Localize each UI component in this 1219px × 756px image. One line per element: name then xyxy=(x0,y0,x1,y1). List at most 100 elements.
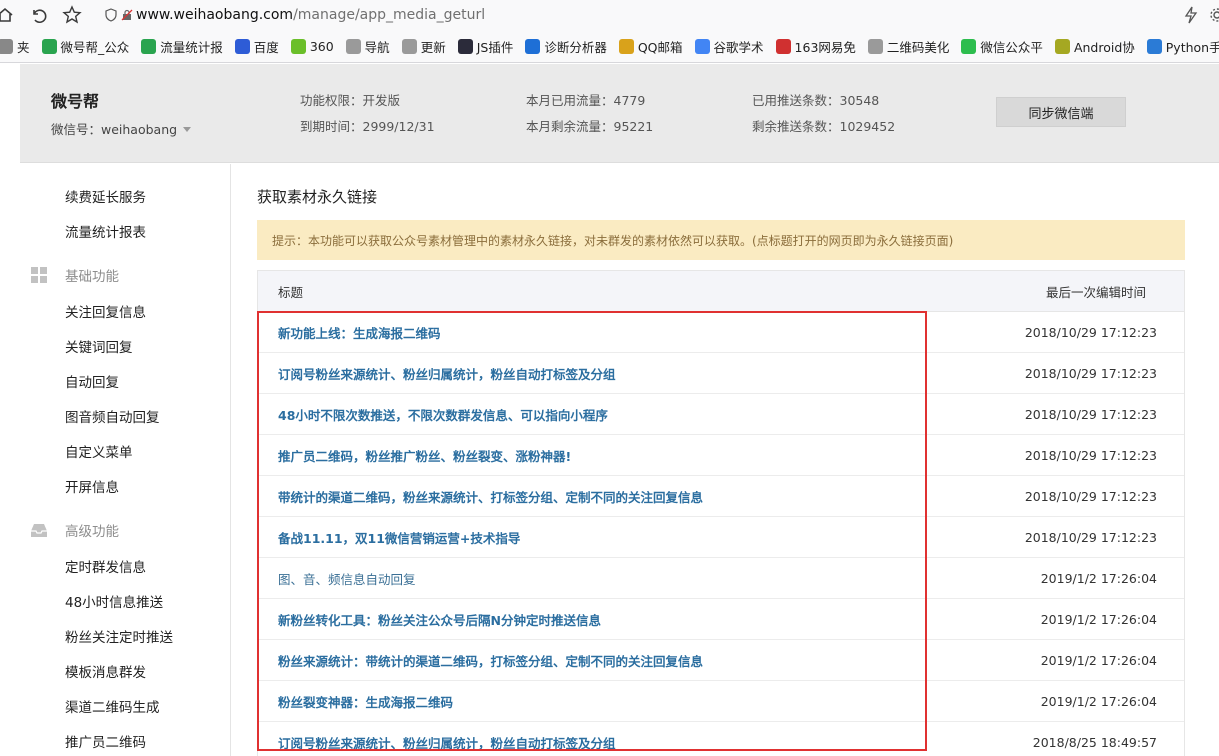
url-host: www.weihaobang.com xyxy=(136,7,294,23)
media-title-link[interactable]: 订阅号粉丝来源统计、粉丝归属统计，粉丝自动打标签及分组 xyxy=(278,733,616,752)
weihaobang-icon xyxy=(141,39,157,54)
bookmark-star-icon[interactable] xyxy=(61,4,83,26)
push-used-count: 已用推送条数：30548 xyxy=(752,93,880,108)
bookmark-item[interactable]: 360 xyxy=(287,36,338,58)
table-row: 图、音、频信息自动回复 2019/1/2 17:26:04 xyxy=(258,558,1184,599)
wechat-id: 微信号：weihaobang xyxy=(51,122,178,137)
table-row: 订阅号粉丝来源统计、粉丝归属统计，粉丝自动打标签及分组 2018/8/25 18:… xyxy=(258,722,1184,756)
bookmark-item[interactable]: 百度 xyxy=(231,36,283,58)
insecure-lock-icon[interactable] xyxy=(120,8,134,22)
sidebar-item-renew[interactable]: 续费延长服务 xyxy=(65,186,146,206)
shield-icon[interactable] xyxy=(104,8,118,22)
lightning-icon[interactable] xyxy=(1180,4,1202,26)
bookmark-item[interactable]: 诊断分析器 xyxy=(521,36,611,58)
bookmark-label: JS插件 xyxy=(476,40,514,55)
bookmark-item[interactable]: 夹 xyxy=(0,36,34,58)
browser-toolbar: www.weihaobang.com/manage/app_media_getu… xyxy=(0,0,1219,31)
edit-time: 2018/10/29 17:12:23 xyxy=(1024,406,1157,422)
sidebar-item-custom-menu[interactable]: 自定义菜单 xyxy=(65,441,133,461)
permission-text: 功能权限：开发版 xyxy=(300,93,401,108)
bookmark-label: 微信公众平 xyxy=(980,40,1043,55)
address-bar[interactable]: www.weihaobang.com/manage/app_media_getu… xyxy=(104,3,1174,27)
month-left-traffic: 本月剩余流量：95221 xyxy=(526,119,654,134)
sidebar-item-template-mass[interactable]: 模板消息群发 xyxy=(65,661,146,681)
bookmark-label: 百度 xyxy=(253,40,279,55)
chevron-down-icon[interactable] xyxy=(183,127,192,132)
diagnose-icon xyxy=(525,39,541,54)
bookmark-item[interactable]: 微号帮_公众 xyxy=(38,36,134,58)
sidebar-item-keyword-reply[interactable]: 关键词回复 xyxy=(65,336,133,356)
media-title-link[interactable]: 图、音、频信息自动回复 xyxy=(278,569,416,588)
month-used-traffic: 本月已用流量：4779 xyxy=(526,93,646,108)
google-icon xyxy=(694,39,710,54)
edit-time: 2019/1/2 17:26:04 xyxy=(1040,693,1157,709)
bookmark-label: QQ邮箱 xyxy=(637,40,683,55)
edit-time: 2018/10/29 17:12:23 xyxy=(1024,488,1157,504)
sidebar-item-48h-push[interactable]: 48小时信息推送 xyxy=(65,591,163,611)
bookmark-item[interactable]: 导航 xyxy=(342,36,394,58)
bookmark-item[interactable]: 163网易免 xyxy=(772,36,860,58)
table-row: 备战11.11，双11微信营销运营+技术指导 2018/10/29 17:12:2… xyxy=(258,517,1184,558)
edit-time: 2018/8/25 18:49:57 xyxy=(1032,734,1157,750)
bookmarks-bar: 夹 微号帮_公众 流量统计报 百度 360 导航 更新 JS插件 诊断分析器 QQ邮箱 谷歌学术 16… xyxy=(0,31,1219,63)
sync-wechat-button[interactable]: 同步微信端 xyxy=(996,97,1126,127)
bookmark-item[interactable]: Python手册 xyxy=(1143,36,1219,58)
chrome-icon xyxy=(618,39,634,54)
gear-icon[interactable] xyxy=(1206,4,1219,26)
undo-close-tab-icon[interactable] xyxy=(27,4,49,26)
folder-icon xyxy=(0,39,13,54)
media-title-link[interactable]: 备战11.11，双11微信营销运营+技术指导 xyxy=(278,528,520,547)
main-content: 获取素材永久链接 提示：本功能可以获取公众号素材管理中的素材永久链接，对未群发的… xyxy=(257,164,1185,756)
sidebar-item-promoter-qrcode[interactable]: 推广员二维码 xyxy=(65,731,146,751)
sidebar-item-splash-info[interactable]: 开屏信息 xyxy=(65,476,119,496)
sidebar-item-media-auto-reply[interactable]: 图音频自动回复 xyxy=(65,406,160,426)
bookmark-item[interactable]: 更新 xyxy=(398,36,450,58)
bookmark-label: 更新 xyxy=(420,40,446,55)
bookmark-label: 360 xyxy=(309,39,334,54)
media-title-link[interactable]: 订阅号粉丝来源统计、粉丝归属统计，粉丝自动打标签及分组 xyxy=(278,364,616,383)
bookmark-item[interactable]: 微信公众平 xyxy=(957,36,1047,58)
url-path: /manage/app_media_geturl xyxy=(293,7,486,23)
bookmark-item[interactable]: QQ邮箱 xyxy=(615,36,687,58)
table-row: 新功能上线：生成海报二维码 2018/10/29 17:12:23 xyxy=(258,312,1184,353)
table-header: 标题 最后一次编辑时间 xyxy=(258,271,1184,312)
sidebar-item-auto-reply[interactable]: 自动回复 xyxy=(65,371,119,391)
sidebar-item-scheduled-mass[interactable]: 定时群发信息 xyxy=(65,556,146,576)
column-title: 标题 xyxy=(278,284,304,300)
table-row: 新粉丝转化工具：粉丝关注公众号后隔N分钟定时推送信息 2019/1/2 17:26… xyxy=(258,599,1184,640)
baidu-paw-icon xyxy=(234,39,250,54)
bookmark-item[interactable]: JS插件 xyxy=(454,36,518,58)
media-title-link[interactable]: 粉丝来源统计：带统计的渠道二维码，打标签分组、定制不同的关注回复信息 xyxy=(278,651,703,670)
sidebar-item-follow-reply[interactable]: 关注回复信息 xyxy=(65,301,146,321)
sidebar-group-basic: 基础功能 xyxy=(30,265,119,285)
home-icon[interactable] xyxy=(0,4,16,26)
bookmark-label: Python手册 xyxy=(1165,40,1219,55)
media-title-link[interactable]: 带统计的渠道二维码，粉丝来源统计、打标签分组、定制不同的关注回复信息 xyxy=(278,487,703,506)
bookmark-item[interactable]: Android协 xyxy=(1051,36,1139,58)
media-title-link[interactable]: 新粉丝转化工具：粉丝关注公众号后隔N分钟定时推送信息 xyxy=(278,610,601,629)
media-title-link[interactable]: 新功能上线：生成海报二维码 xyxy=(278,323,441,342)
media-title-link[interactable]: 推广员二维码，粉丝推广粉丝、粉丝裂变、涨粉神器! xyxy=(278,446,571,465)
account-switcher[interactable]: 微信号：weihaobang xyxy=(51,119,192,138)
edit-time: 2018/10/29 17:12:23 xyxy=(1024,324,1157,340)
edit-time: 2018/10/29 17:12:23 xyxy=(1024,529,1157,545)
bookmark-item[interactable]: 二维码美化 xyxy=(864,36,954,58)
sidebar-item-channel-qrcode[interactable]: 渠道二维码生成 xyxy=(65,696,160,716)
media-title-link[interactable]: 粉丝裂变神器：生成海报二维码 xyxy=(278,692,453,711)
sidebar-item-traffic-report[interactable]: 流量统计报表 xyxy=(65,221,146,241)
edit-time: 2018/10/29 17:12:23 xyxy=(1024,365,1157,381)
bookmark-label: 二维码美化 xyxy=(886,40,950,55)
bookmark-item[interactable]: 谷歌学术 xyxy=(691,36,768,58)
table-row: 带统计的渠道二维码，粉丝来源统计、打标签分组、定制不同的关注回复信息 2018/1… xyxy=(258,476,1184,517)
table-row: 48小时不限次数推送，不限次数群发信息、可以指向小程序 2018/10/29 17… xyxy=(258,394,1184,435)
page-icon xyxy=(345,39,361,54)
grid-icon xyxy=(30,267,48,283)
account-header: 微号帮 微信号：weihaobang 功能权限：开发版 到期时间：2999/12… xyxy=(20,64,1219,163)
bookmark-label: Android协 xyxy=(1073,40,1135,55)
bookmark-item[interactable]: 流量统计报 xyxy=(137,36,227,58)
page-icon xyxy=(401,39,417,54)
sidebar-item-follow-scheduled-push[interactable]: 粉丝关注定时推送 xyxy=(65,626,173,646)
360-icon xyxy=(290,39,306,54)
bookmark-label: 微号帮_公众 xyxy=(60,40,130,55)
media-title-link[interactable]: 48小时不限次数推送，不限次数群发信息、可以指向小程序 xyxy=(278,405,608,424)
